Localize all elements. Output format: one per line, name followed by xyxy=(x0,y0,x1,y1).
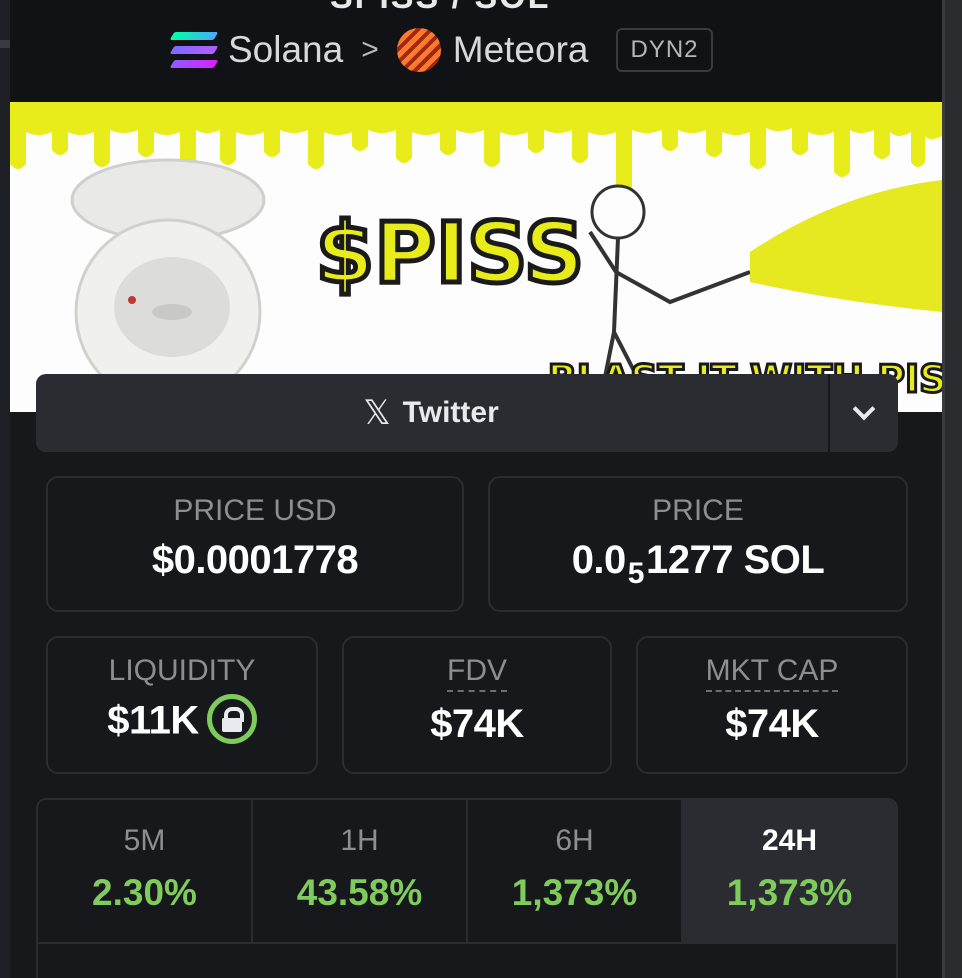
price-usd-value: $0.0001778 xyxy=(151,538,359,582)
meteora-icon xyxy=(396,28,441,72)
chevron-down-icon xyxy=(852,397,876,421)
lock-icon[interactable] xyxy=(206,694,257,744)
price-native-label: PRICE xyxy=(652,494,744,527)
price-native-card: PRICE 0.051277 SOL xyxy=(488,476,908,612)
token-banner-image: $PISS BLAST IT WITH PISS xyxy=(10,102,942,412)
tab-5m[interactable]: 5M 2.30% xyxy=(38,800,253,942)
fdv-label[interactable]: FDV xyxy=(447,654,507,692)
socials-bar: 𝕏 Twitter xyxy=(36,374,898,452)
pool-type-badge: DYN2 xyxy=(616,28,713,72)
price-change-tabs: 5M 2.30% 1H 43.58% 6H 1,373% 24H 1,373% xyxy=(36,798,898,944)
price-native-value: 0.051277 SOL xyxy=(571,538,825,590)
tab-1h[interactable]: 1H 43.58% xyxy=(253,800,468,942)
banner-ticker: $PISS xyxy=(316,204,585,302)
price-usd-card: PRICE USD $0.0001778 xyxy=(46,476,464,612)
left-window-edge xyxy=(0,0,10,978)
twitter-label: Twitter xyxy=(402,396,499,429)
breadcrumb: Solana > Meteora DYN2 xyxy=(169,24,713,76)
fdv-value: $74K xyxy=(430,702,524,746)
pair-header: SPISS / SOL Solana > Meteora DYN2 xyxy=(10,0,942,102)
market-cap-card: MKT CAP $74K xyxy=(636,636,908,774)
price-usd-label: PRICE USD xyxy=(173,494,337,527)
liquidity-card: LIQUIDITY $11K xyxy=(46,636,318,774)
twitter-button[interactable]: 𝕏 Twitter xyxy=(36,374,826,452)
socials-dropdown-button[interactable] xyxy=(828,374,898,452)
stats-section xyxy=(36,942,898,978)
liquidity-value: $11K xyxy=(107,698,199,743)
pair-title: SPISS / SOL xyxy=(330,0,550,17)
chain-link[interactable]: Solana xyxy=(228,29,343,71)
solana-icon xyxy=(169,32,219,68)
liquidity-label: LIQUIDITY xyxy=(108,654,256,687)
tab-6h[interactable]: 6H 1,373% xyxy=(468,800,683,942)
fdv-card: FDV $74K xyxy=(342,636,612,774)
dex-link[interactable]: Meteora xyxy=(453,29,589,71)
market-cap-value: $74K xyxy=(725,702,819,746)
scrollbar[interactable] xyxy=(942,0,962,978)
market-cap-label[interactable]: MKT CAP xyxy=(705,654,839,692)
tab-24h[interactable]: 24H 1,373% xyxy=(683,800,896,942)
chevron-right-icon: > xyxy=(361,33,379,66)
x-logo-icon: 𝕏 xyxy=(363,394,391,432)
